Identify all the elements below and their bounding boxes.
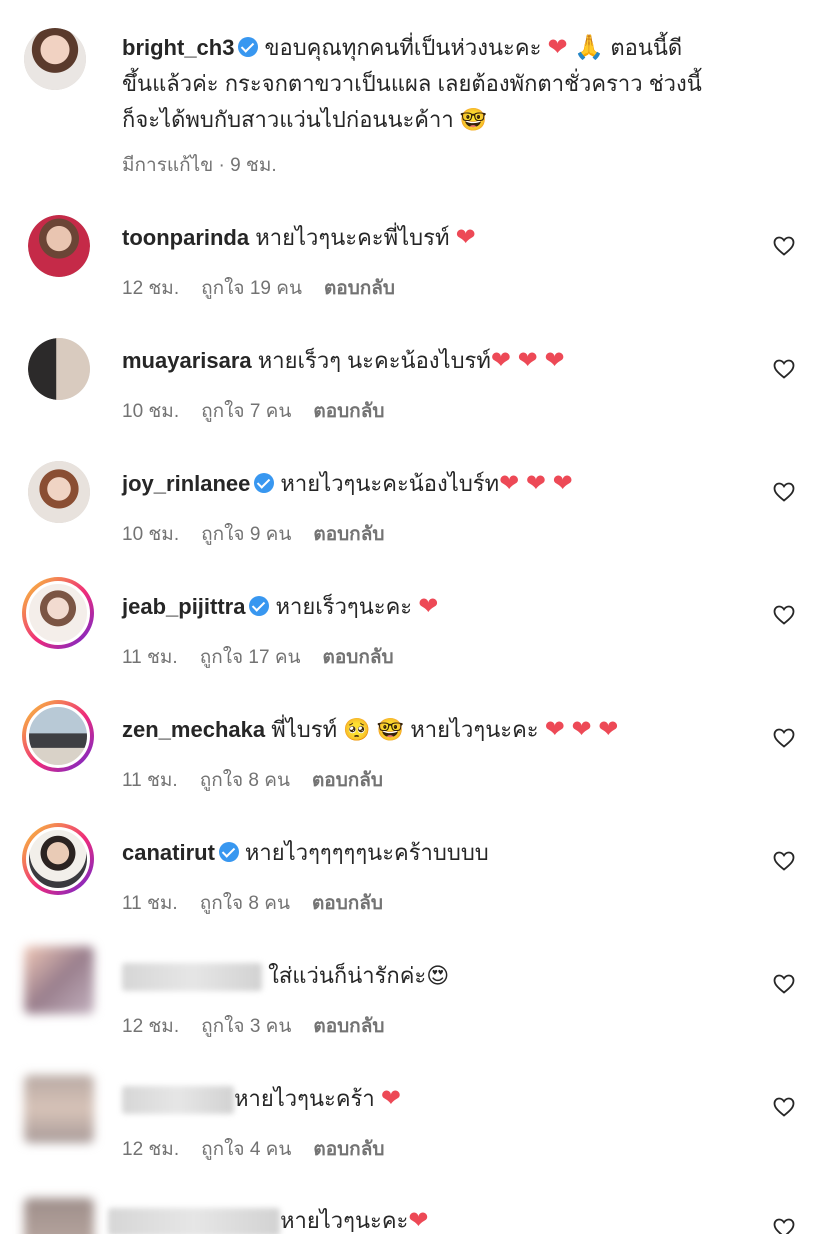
reply-button[interactable]: ตอบกลับ <box>313 1139 384 1160</box>
likes-count[interactable]: ถูกใจ 8 คน <box>200 770 290 791</box>
comment-meta: 12 ชม. ถูกใจ 19 คน ตอบกลับ <box>122 278 395 299</box>
heart-emoji: ❤ ❤ ❤ <box>490 347 565 374</box>
comment-meta: 11 ชม. ถูกใจ 17 คน ตอบกลับ <box>122 647 394 668</box>
avatar-story-ring[interactable] <box>22 700 94 772</box>
avatar[interactable] <box>28 215 90 277</box>
username-redacted[interactable] <box>122 1086 234 1115</box>
likes-count[interactable]: ถูกใจ 17 คน <box>200 647 301 668</box>
heart-outline-icon[interactable] <box>772 1216 796 1234</box>
heart-outline-icon[interactable] <box>772 849 796 873</box>
comment-meta: 11 ชม. ถูกใจ 8 คน ตอบกลับ <box>122 770 383 791</box>
reply-button[interactable]: ตอบกลับ <box>324 278 395 299</box>
heart-outline-icon[interactable] <box>772 1095 796 1119</box>
username[interactable]: bright_ch3 <box>122 35 234 60</box>
heart-emoji: ❤ ❤ ❤ <box>544 716 619 743</box>
heart-emoji: ❤ <box>455 224 476 251</box>
comment-meta: 10 ชม. ถูกใจ 7 คน ตอบกลับ <box>122 401 385 422</box>
heart-outline-icon[interactable] <box>772 480 796 504</box>
reply-button[interactable]: ตอบกลับ <box>312 770 383 791</box>
username[interactable]: joy_rinlanee <box>122 471 250 496</box>
comment-meta: 11 ชม. ถูกใจ 8 คน ตอบกลับ <box>122 893 383 914</box>
nerd-face-emoji: 🤓 <box>459 107 488 132</box>
avatar[interactable] <box>28 461 90 523</box>
heart-outline-icon[interactable] <box>772 357 796 381</box>
caption-line-2: ขึ้นแล้วค่ะ กระจกตาขวาเป็นแผล เลยต้องพัก… <box>122 71 702 96</box>
heart-outline-icon[interactable] <box>772 234 796 258</box>
heart-emoji: ❤ <box>408 1207 429 1234</box>
username[interactable]: jeab_pijittra <box>122 594 245 619</box>
username-redacted[interactable] <box>108 1208 280 1234</box>
reply-button[interactable]: ตอบกลับ <box>313 401 384 422</box>
avatar-story-ring[interactable] <box>22 823 94 895</box>
comment-meta: 12 ชม. ถูกใจ 4 คน ตอบกลับ <box>122 1139 385 1160</box>
avatar[interactable] <box>24 946 94 1014</box>
heart-outline-icon[interactable] <box>772 726 796 750</box>
caption-line-3: ก็จะได้พบกับสาวแว่นไปก่อนนะค้าา 🤓 <box>122 107 488 132</box>
likes-count[interactable]: ถูกใจ 8 คน <box>200 893 290 914</box>
heart-emoji: ❤ <box>380 1085 401 1112</box>
pleading-nerd-emoji: 🥺 🤓 <box>343 717 405 742</box>
verified-badge-icon <box>238 37 259 57</box>
username[interactable]: toonparinda <box>122 225 249 250</box>
verified-badge-icon <box>218 842 239 862</box>
username[interactable]: muayarisara <box>122 348 252 373</box>
heart-emoji: ❤ ❤ ❤ <box>499 470 573 497</box>
username[interactable]: canatirut <box>122 840 215 865</box>
likes-count[interactable]: ถูกใจ 4 คน <box>201 1139 291 1160</box>
heart-outline-icon[interactable] <box>772 603 796 627</box>
verified-badge-icon <box>254 473 275 493</box>
likes-count[interactable]: ถูกใจ 3 คน <box>201 1016 291 1037</box>
reply-button[interactable]: ตอบกลับ <box>313 524 384 545</box>
avatar[interactable] <box>24 1075 94 1143</box>
heart-emoji: ❤ 🙏 <box>547 34 605 61</box>
caption-line-1: bright_ch3 ขอบคุณทุกคนที่เป็นห่วงนะคะ ❤ 🙏… <box>122 34 683 61</box>
reply-button[interactable]: ตอบกลับ <box>313 1016 384 1037</box>
likes-count[interactable]: ถูกใจ 7 คน <box>201 401 291 422</box>
avatar[interactable] <box>28 338 90 400</box>
comment-meta: 12 ชม. ถูกใจ 3 คน ตอบกลับ <box>122 1016 385 1037</box>
likes-count[interactable]: ถูกใจ 19 คน <box>201 278 302 299</box>
heart-emoji: ❤ <box>418 593 439 620</box>
username-redacted[interactable] <box>122 963 262 992</box>
heart-eyes-emoji: 😍 <box>426 963 450 988</box>
heart-outline-icon[interactable] <box>772 972 796 996</box>
reply-button[interactable]: ตอบกลับ <box>323 647 394 668</box>
reply-button[interactable]: ตอบกลับ <box>312 893 383 914</box>
caption-meta: มีการแก้ไข · 9 ชม. <box>122 155 277 176</box>
username[interactable]: zen_mechaka <box>122 717 265 742</box>
avatar-story-ring[interactable] <box>22 577 94 649</box>
likes-count[interactable]: ถูกใจ 9 คน <box>201 524 291 545</box>
avatar[interactable] <box>24 28 86 90</box>
comment-meta: 10 ชม. ถูกใจ 9 คน ตอบกลับ <box>122 524 385 545</box>
avatar[interactable] <box>24 1198 94 1234</box>
verified-badge-icon <box>249 596 270 616</box>
